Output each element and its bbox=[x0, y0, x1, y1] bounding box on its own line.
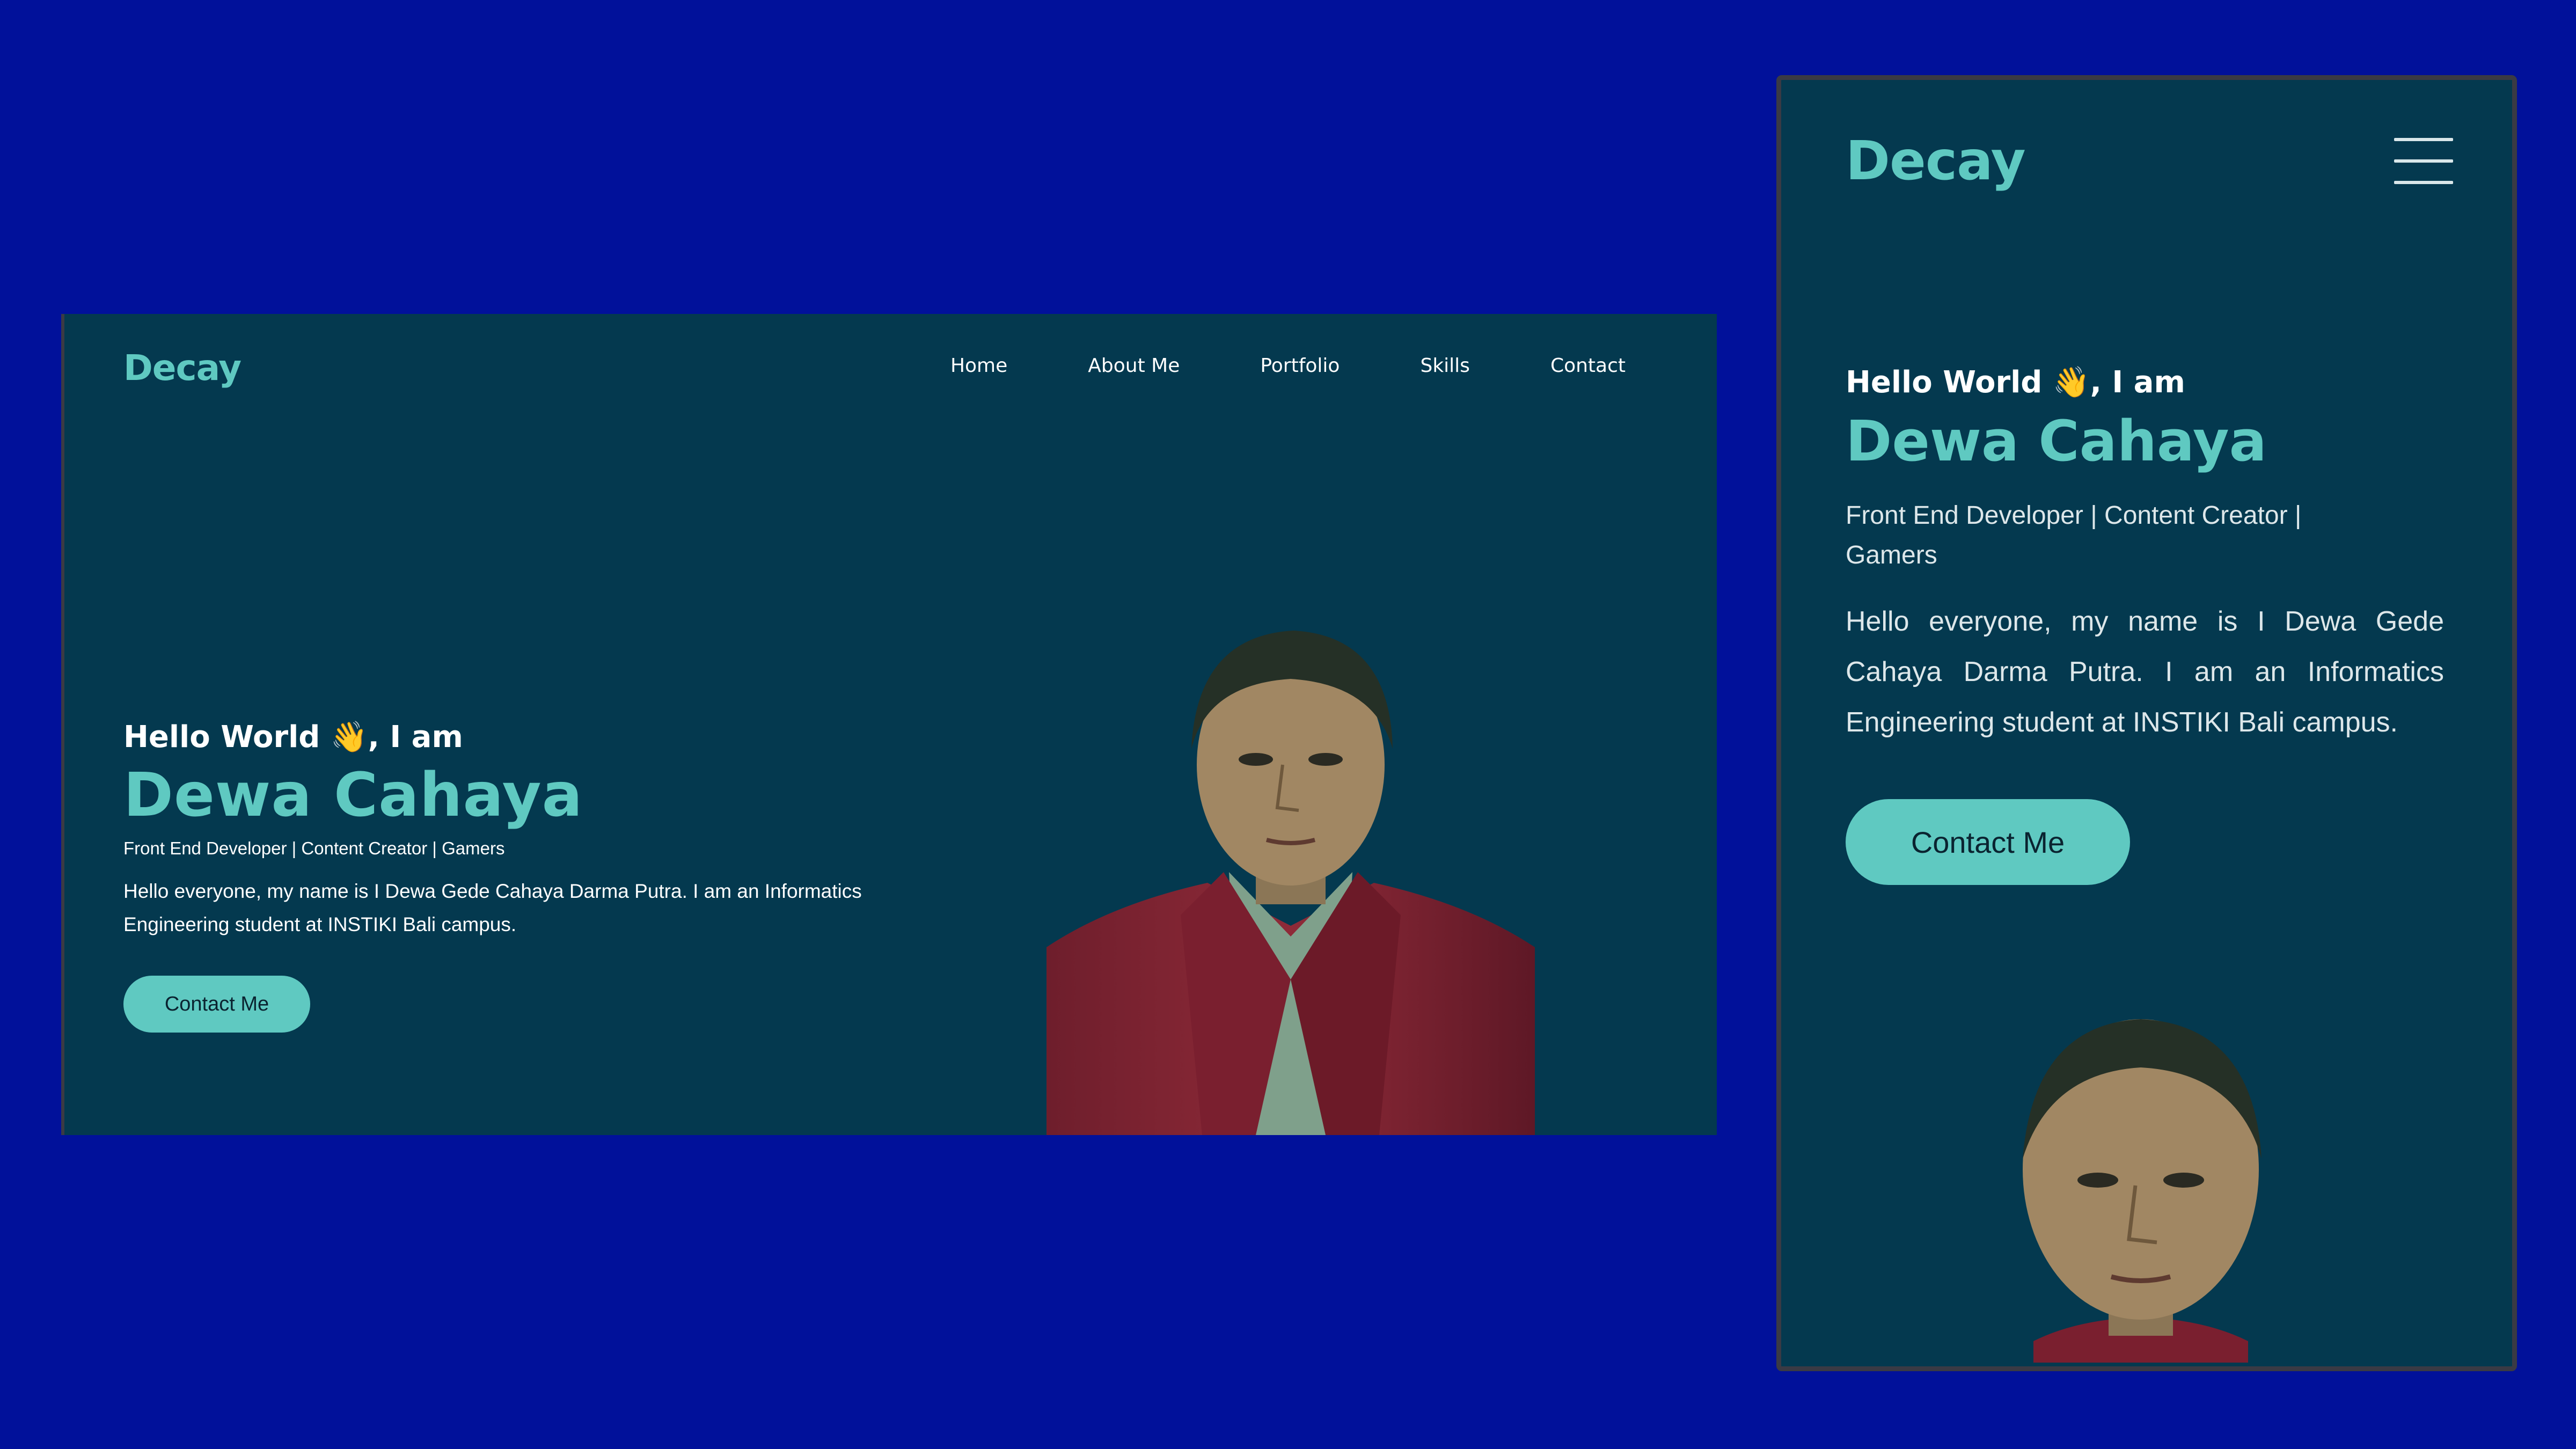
hero-roles: Front End Developer | Content Creator | … bbox=[1846, 501, 2302, 569]
hero-greeting: Hello World 👋, I am bbox=[123, 720, 463, 755]
desktop-preview: Decay Home About Me Portfolio Skills Con… bbox=[61, 314, 1717, 1135]
nav-portfolio[interactable]: Portfolio bbox=[1260, 355, 1340, 377]
mobile-preview: Decay Hello World 👋, I am Dewa Cahaya Fr… bbox=[1776, 75, 2517, 1371]
logo[interactable]: Decay bbox=[123, 347, 241, 389]
nav-contact[interactable]: Contact bbox=[1550, 355, 1626, 377]
contact-me-button[interactable]: Contact Me bbox=[1846, 799, 2130, 885]
hero-description: Hello everyone, my name is I Dewa Gede C… bbox=[123, 880, 862, 935]
logo[interactable]: Decay bbox=[1846, 129, 2026, 192]
profile-photo bbox=[1046, 604, 1535, 1135]
nav-home[interactable]: Home bbox=[950, 355, 1007, 377]
hero-description: Hello everyone, my name is I Dewa Gede C… bbox=[1846, 606, 2444, 738]
contact-me-button[interactable]: Contact Me bbox=[123, 976, 310, 1033]
nav-about-me[interactable]: About Me bbox=[1088, 355, 1180, 377]
hero-name: Dewa Cahaya bbox=[123, 760, 583, 830]
hero-roles: Front End Developer | Content Creator | … bbox=[123, 838, 505, 858]
hero-name: Dewa Cahaya bbox=[1846, 408, 2267, 474]
main-nav: Home About Me Portfolio Skills Contact bbox=[870, 355, 1626, 377]
hero-greeting: Hello World 👋, I am bbox=[1846, 365, 2185, 400]
nav-skills[interactable]: Skills bbox=[1420, 355, 1469, 377]
hamburger-icon[interactable] bbox=[2394, 138, 2453, 185]
profile-photo bbox=[2001, 1008, 2280, 1363]
